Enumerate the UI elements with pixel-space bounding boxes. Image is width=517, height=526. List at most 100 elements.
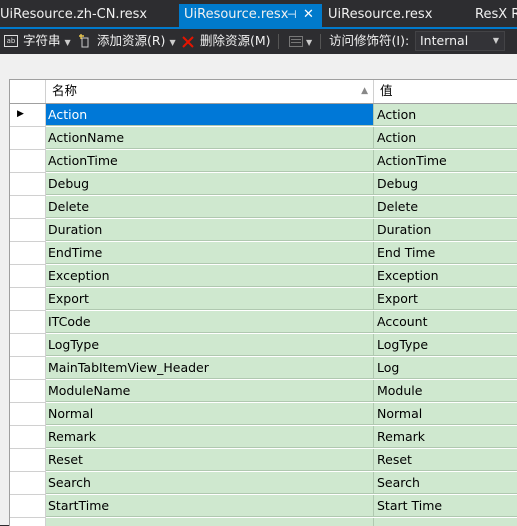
table-row[interactable]: ITCode Account [10, 311, 517, 334]
strings-label: 字符串 [23, 33, 61, 48]
cell-value[interactable]: Reset [374, 449, 517, 471]
table-row[interactable]: ModuleName Module [10, 380, 517, 403]
cell-name[interactable]: Normal [46, 403, 374, 425]
chevron-down-icon: ▼ [169, 38, 176, 47]
resource-toolbar: ab 字符串 ▼ 添加资源(R) ▼ 删除资源(M) ▼ 访问修饰符(I): I… [0, 29, 517, 54]
cell-name[interactable]: EndTime [46, 242, 374, 264]
cell-value[interactable]: Action [374, 104, 517, 126]
row-header[interactable] [10, 219, 46, 242]
cell-value[interactable]: Account [374, 311, 517, 333]
table-row[interactable]: Reset Reset [10, 449, 517, 472]
grid-corner[interactable] [10, 80, 46, 103]
row-header[interactable] [10, 403, 46, 426]
strings-icon: ab [4, 35, 18, 47]
row-header[interactable] [10, 311, 46, 334]
remove-resource-label: 删除资源(M) [200, 33, 271, 48]
row-header[interactable] [10, 127, 46, 150]
view-dropdown-arrow[interactable]: ▼ [306, 29, 312, 54]
row-header[interactable] [10, 196, 46, 219]
row-header[interactable] [10, 173, 46, 196]
cell-name[interactable]: Export [46, 288, 374, 310]
remove-resource-button[interactable]: 删除资源(M) [200, 29, 271, 54]
cell-name[interactable]: StartTime [46, 495, 374, 517]
cell-value[interactable]: Remark [374, 426, 517, 448]
row-header[interactable] [10, 449, 46, 472]
table-row[interactable]: Export Export [10, 288, 517, 311]
cell-value[interactable]: Action [374, 127, 517, 149]
table-row[interactable]: LogType LogType [10, 334, 517, 357]
chevron-down-icon: ▼ [492, 36, 499, 45]
tab-label: UiResource.zh-CN.resx [0, 7, 148, 22]
cell-value[interactable]: Exception [374, 265, 517, 287]
cell-value[interactable]: Start Time [374, 495, 517, 517]
table-row[interactable]: Normal Normal [10, 403, 517, 426]
table-row[interactable]: Debug Debug [10, 173, 517, 196]
tab-resx-r[interactable]: ResX R [475, 4, 517, 27]
grid-rows: ▶ Action Action ActionName Action ActionTime A… [10, 104, 517, 526]
row-header[interactable] [10, 288, 46, 311]
table-row[interactable]: MainTabItemView_Header Log [10, 357, 517, 380]
table-row[interactable]: EndTime End Time [10, 242, 517, 265]
table-row[interactable]: Exception Exception [10, 265, 517, 288]
row-header[interactable] [10, 472, 46, 495]
table-row[interactable]: Delete Delete [10, 196, 517, 219]
cell-name[interactable]: Debug [46, 173, 374, 195]
row-header[interactable] [10, 150, 46, 173]
column-header-value[interactable]: 值 [374, 80, 517, 103]
tab-uiresource-zh-cn[interactable]: UiResource.zh-CN.resx [0, 4, 178, 27]
row-header[interactable] [10, 357, 46, 380]
column-header-name[interactable]: 名称 ▲ [46, 80, 374, 103]
close-icon[interactable]: ✕ [303, 4, 314, 26]
table-row[interactable]: ActionTime ActionTime [10, 150, 517, 173]
table-row[interactable]: Search Search [10, 472, 517, 495]
editor-background [0, 54, 517, 79]
tab-uiresource-active[interactable]: UiResource.resx ⊣ ✕ [179, 4, 322, 27]
cell-name[interactable]: ITCode [46, 311, 374, 333]
column-header-label: 名称 [52, 83, 78, 98]
cell-name[interactable]: ActionName [46, 127, 374, 149]
table-row[interactable]: StartTime Start Time [10, 495, 517, 518]
row-header[interactable] [10, 334, 46, 357]
tab-uiresource-other[interactable]: UiResource.resx [328, 4, 468, 27]
cell-value[interactable]: Search [374, 472, 517, 494]
cell-name[interactable]: Search [46, 472, 374, 494]
sort-ascending-icon: ▲ [361, 86, 368, 96]
cell-name[interactable]: Reset [46, 449, 374, 471]
access-modifier-select[interactable]: Internal ▼ [415, 31, 505, 51]
cell-name[interactable]: Remark [46, 426, 374, 448]
cell-name[interactable]: Duration [46, 219, 374, 241]
cell-value[interactable]: ActionTime [374, 150, 517, 172]
cell-name[interactable]: ModuleName [46, 380, 374, 402]
cell-value[interactable]: Duration [374, 219, 517, 241]
cell-value[interactable]: Module [374, 380, 517, 402]
row-header[interactable] [10, 242, 46, 265]
row-header[interactable] [10, 426, 46, 449]
cell-value[interactable]: Log [374, 357, 517, 379]
table-row[interactable]: ActionName Action [10, 127, 517, 150]
access-modifier-label: 访问修饰符(I): [329, 33, 410, 48]
row-header[interactable] [10, 495, 46, 518]
cell-value[interactable]: Normal [374, 403, 517, 425]
row-header[interactable] [10, 380, 46, 403]
cell-value[interactable]: Export [374, 288, 517, 310]
strings-dropdown-button[interactable]: 字符串 ▼ [23, 29, 71, 54]
cell-value[interactable]: Delete [374, 196, 517, 218]
document-tab-strip: UiResource.zh-CN.resx UiResource.resx ⊣ … [0, 0, 517, 27]
table-row[interactable]: ▶ Action Action [10, 104, 517, 127]
cell-name[interactable]: MainTabItemView_Header [46, 357, 374, 379]
add-resource-button[interactable]: 添加资源(R) ▼ [97, 29, 176, 54]
cell-name[interactable]: Delete [46, 196, 374, 218]
cell-value[interactable]: Debug [374, 173, 517, 195]
row-header[interactable]: ▶ [10, 104, 46, 127]
cell-name[interactable]: Action [46, 104, 374, 126]
cell-value[interactable]: End Time [374, 242, 517, 264]
table-row[interactable]: Duration Duration [10, 219, 517, 242]
cell-value[interactable]: LogType [374, 334, 517, 356]
view-grid-icon[interactable] [289, 36, 303, 47]
pin-icon[interactable]: ⊣ [287, 4, 297, 26]
row-header[interactable] [10, 265, 46, 288]
cell-name[interactable]: ActionTime [46, 150, 374, 172]
cell-name[interactable]: LogType [46, 334, 374, 356]
cell-name[interactable]: Exception [46, 265, 374, 287]
table-row[interactable]: Remark Remark [10, 426, 517, 449]
